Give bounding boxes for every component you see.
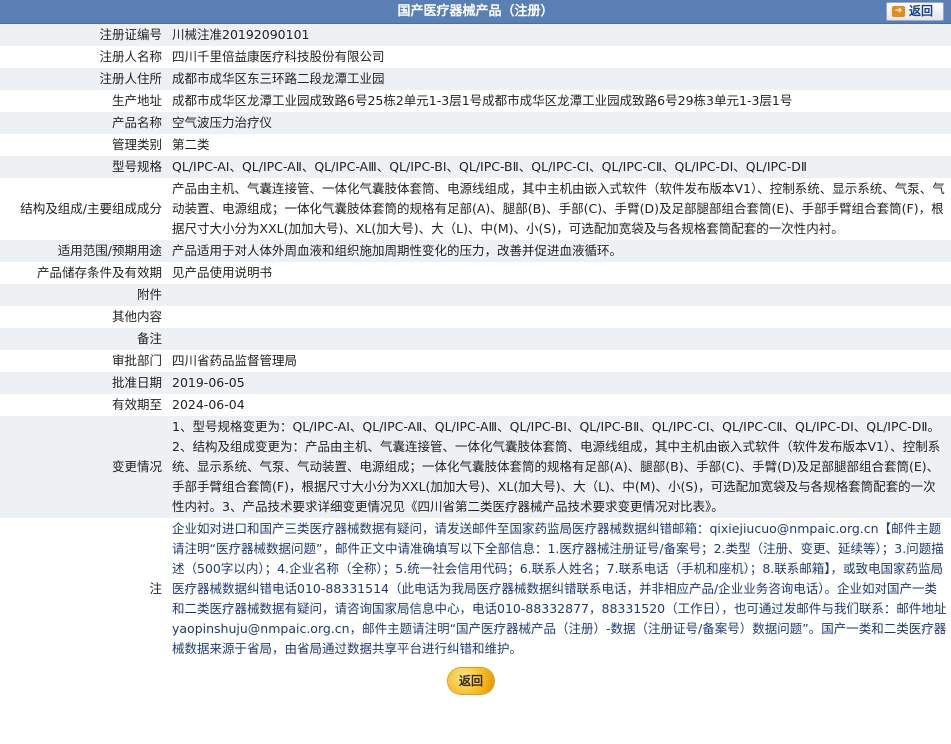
- value-reg-no: 川械注准20192090101: [167, 24, 951, 46]
- value-models: QL/IPC-AⅠ、QL/IPC-AⅡ、QL/IPC-AⅢ、QL/IPC-BⅠ、…: [167, 156, 951, 178]
- label-registrant: 注册人名称: [0, 46, 167, 68]
- row-changes: 变更情况 1、型号规格变更为：QL/IPC-AⅠ、QL/IPC-AⅡ、QL/IP…: [0, 416, 951, 518]
- label-category: 管理类别: [0, 134, 167, 156]
- row-remark: 备注: [0, 328, 951, 350]
- row-product-name: 产品名称 空气波压力治疗仪: [0, 112, 951, 134]
- label-remark: 备注: [0, 328, 167, 350]
- label-address: 注册人住所: [0, 68, 167, 90]
- value-valid-until: 2024-06-04: [167, 394, 951, 416]
- label-other: 其他内容: [0, 306, 167, 328]
- row-scope: 适用范围/预期用途 产品适用于对人体外周血液和组织施加周期性变化的压力，改善并促…: [0, 240, 951, 262]
- value-approve-date: 2019-06-05: [167, 372, 951, 394]
- row-category: 管理类别 第二类: [0, 134, 951, 156]
- row-reg-no: 注册证编号 川械注准20192090101: [0, 24, 951, 46]
- back-button-top[interactable]: ➜ 返回: [886, 2, 944, 21]
- page-header: 国产医疗器械产品（注册） ➜ 返回: [0, 0, 951, 24]
- label-reg-no: 注册证编号: [0, 24, 167, 46]
- value-changes: 1、型号规格变更为：QL/IPC-AⅠ、QL/IPC-AⅡ、QL/IPC-AⅢ、…: [167, 416, 951, 518]
- row-structure: 结构及组成/主要组成成分 产品由主机、气囊连接管、一体化气囊肢体套筒、电源线组成…: [0, 178, 951, 240]
- row-registrant: 注册人名称 四川千里倍益康医疗科技股份有限公司: [0, 46, 951, 68]
- back-button-bottom[interactable]: 返回: [448, 668, 494, 694]
- label-authority: 审批部门: [0, 350, 167, 372]
- label-valid-until: 有效期至: [0, 394, 167, 416]
- label-storage: 产品储存条件及有效期: [0, 262, 167, 284]
- value-storage: 见产品使用说明书: [167, 262, 951, 284]
- label-note: 注: [0, 518, 167, 660]
- row-note: 注 企业如对进口和国产三类医疗器械数据有疑问，请发送邮件至国家药监局医疗器械数据…: [0, 518, 951, 660]
- back-arrow-icon: ➜: [892, 6, 905, 17]
- value-category: 第二类: [167, 134, 951, 156]
- row-other: 其他内容: [0, 306, 951, 328]
- row-models: 型号规格 QL/IPC-AⅠ、QL/IPC-AⅡ、QL/IPC-AⅢ、QL/IP…: [0, 156, 951, 178]
- value-other: [167, 306, 951, 328]
- value-registrant: 四川千里倍益康医疗科技股份有限公司: [167, 46, 951, 68]
- label-approve-date: 批准日期: [0, 372, 167, 394]
- value-structure: 产品由主机、气囊连接管、一体化气囊肢体套筒、电源线组成，其中主机由嵌入式软件（软…: [167, 178, 951, 240]
- label-scope: 适用范围/预期用途: [0, 240, 167, 262]
- product-info-table: 注册证编号 川械注准20192090101 注册人名称 四川千里倍益康医疗科技股…: [0, 24, 951, 660]
- row-storage: 产品储存条件及有效期 见产品使用说明书: [0, 262, 951, 284]
- row-approve-date: 批准日期 2019-06-05: [0, 372, 951, 394]
- label-production: 生产地址: [0, 90, 167, 112]
- label-changes: 变更情况: [0, 416, 167, 518]
- label-structure: 结构及组成/主要组成成分: [0, 178, 167, 240]
- page-footer: 返回: [0, 660, 951, 700]
- row-valid-until: 有效期至 2024-06-04: [0, 394, 951, 416]
- value-note: 企业如对进口和国产三类医疗器械数据有疑问，请发送邮件至国家药监局医疗器械数据纠错…: [167, 518, 951, 660]
- value-remark: [167, 328, 951, 350]
- row-production: 生产地址 成都市成华区龙潭工业园成致路6号25栋2单元1-3层1号成都市成华区龙…: [0, 90, 951, 112]
- value-attachment: [167, 284, 951, 306]
- value-authority: 四川省药品监督管理局: [167, 350, 951, 372]
- back-button-top-label: 返回: [909, 4, 934, 18]
- value-production: 成都市成华区龙潭工业园成致路6号25栋2单元1-3层1号成都市成华区龙潭工业园成…: [167, 90, 951, 112]
- label-attachment: 附件: [0, 284, 167, 306]
- value-scope: 产品适用于对人体外周血液和组织施加周期性变化的压力，改善并促进血液循环。: [167, 240, 951, 262]
- page-title: 国产医疗器械产品（注册）: [397, 4, 554, 19]
- row-authority: 审批部门 四川省药品监督管理局: [0, 350, 951, 372]
- label-models: 型号规格: [0, 156, 167, 178]
- row-address: 注册人住所 成都市成华区东三环路二段龙潭工业园: [0, 68, 951, 90]
- row-attachment: 附件: [0, 284, 951, 306]
- label-product-name: 产品名称: [0, 112, 167, 134]
- value-product-name: 空气波压力治疗仪: [167, 112, 951, 134]
- value-address: 成都市成华区东三环路二段龙潭工业园: [167, 68, 951, 90]
